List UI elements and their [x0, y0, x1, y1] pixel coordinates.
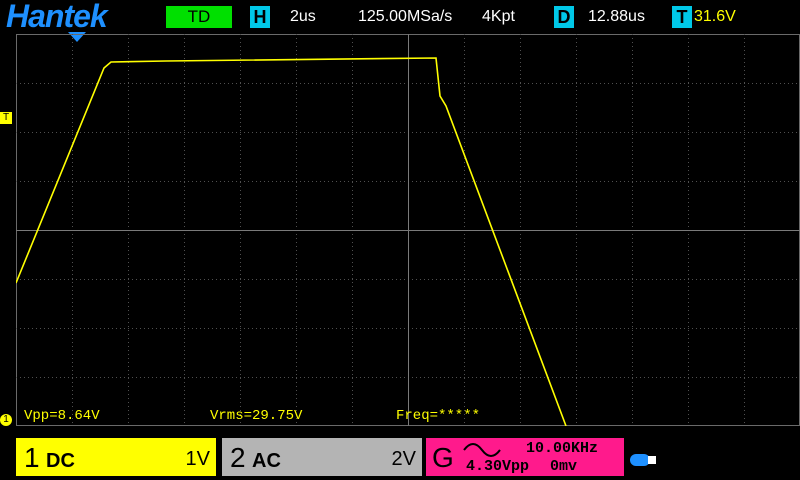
- generator-panel[interactable]: G 10.00KHz 4.30Vpp 0mv: [426, 438, 624, 476]
- timebase-value: 2us: [290, 8, 316, 25]
- ch1-coupling: DC: [46, 450, 75, 472]
- trigger-level-value: 31.6V: [694, 8, 736, 25]
- ch1-ground-marker[interactable]: 1: [0, 414, 12, 426]
- ch1-panel[interactable]: 1 DC 1V: [16, 438, 216, 476]
- horizontal-badge[interactable]: H: [250, 6, 270, 28]
- memory-depth-value: 4Kpt: [482, 8, 515, 25]
- trigger-mode-badge[interactable]: TD: [166, 6, 232, 28]
- ch2-scale: 2V: [391, 448, 416, 470]
- measurement-vrms: Vrms=29.75V: [210, 408, 303, 424]
- ch1-number: 1: [24, 442, 40, 473]
- generator-frequency: 10.00KHz: [526, 440, 599, 457]
- measurement-vpp: Vpp=8.64V: [24, 408, 100, 424]
- sample-rate-value: 125.00MSa/s: [358, 8, 453, 25]
- ch2-number: 2: [230, 442, 246, 473]
- ch1-scale: 1V: [185, 448, 210, 470]
- ch2-coupling: AC: [252, 450, 281, 472]
- ch1-trace: [16, 57, 567, 426]
- generator-offset: 0mv: [550, 458, 578, 475]
- measurement-freq: Freq=*****: [396, 408, 481, 424]
- trigger-badge[interactable]: T: [672, 6, 692, 28]
- delay-value: 12.88us: [588, 8, 645, 25]
- generator-label: G: [432, 442, 454, 473]
- trigger-level-marker[interactable]: T: [0, 112, 12, 124]
- status-bar: Hantek TD H 2us 125.00MSa/s 4Kpt D 12.88…: [0, 0, 800, 34]
- delay-badge[interactable]: D: [554, 6, 574, 28]
- ch2-panel[interactable]: 2 AC 2V: [222, 438, 422, 476]
- generator-amplitude: 4.30Vpp: [466, 458, 530, 475]
- sine-wave-icon: [463, 443, 501, 457]
- channel-bar: 1 DC 1V 2 AC 2V G 10.00KHz 4.30Vpp 0mv: [0, 434, 800, 480]
- usb-icon: [630, 454, 656, 466]
- waveform-display[interactable]: [16, 34, 800, 426]
- brand-logo: Hantek: [6, 0, 108, 34]
